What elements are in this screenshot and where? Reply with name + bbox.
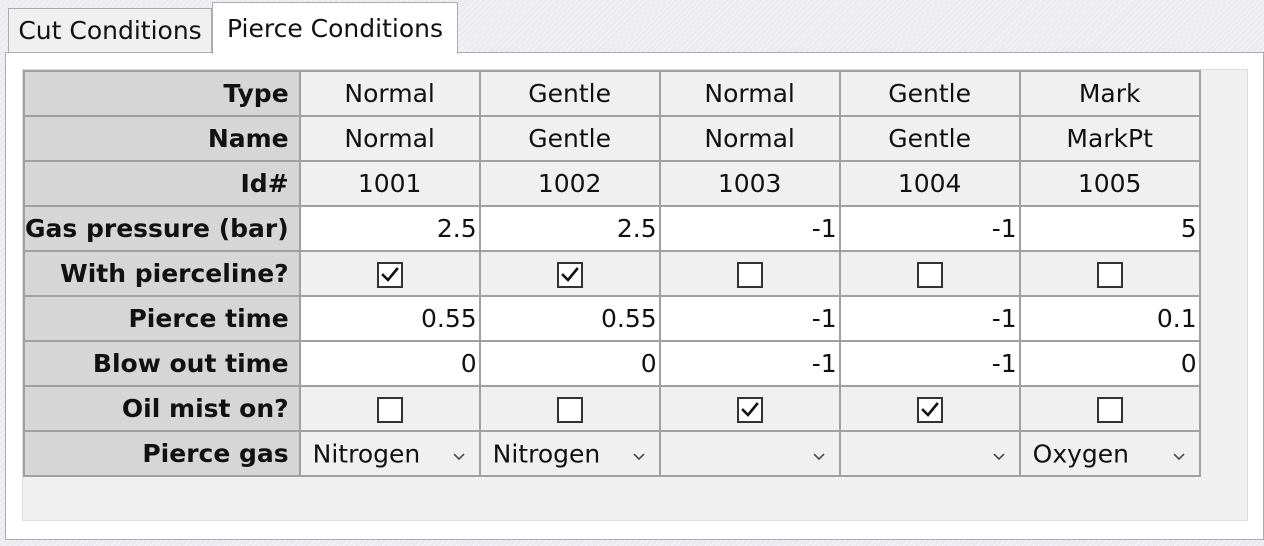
oil-mist-on-checkbox[interactable] <box>916 397 943 423</box>
with-pierceline-checkbox-cell <box>478 250 661 297</box>
row-id: Id# 1001 1002 1003 1004 1005 <box>23 160 1201 207</box>
row-header-type: Type <box>23 70 301 117</box>
pierce-conditions-panel: Type Normal Gentle Normal Gentle Mark Name Norm… <box>5 52 1264 540</box>
chevron-down-icon <box>993 438 1005 467</box>
pierce-gas-select[interactable] <box>658 430 841 477</box>
row-header-oil-mist-on: Oil mist on? <box>23 385 301 432</box>
blow-out-time-input[interactable]: -1 <box>838 340 1021 387</box>
name-cell: MarkPt <box>1018 115 1201 162</box>
pierce-time-input[interactable]: 0.55 <box>478 295 661 342</box>
row-gas-pressure: Gas pressure (bar) 2.5 2.5 -1 -1 5 <box>23 205 1201 252</box>
oil-mist-on-checkbox[interactable] <box>736 397 763 423</box>
type-cell: Gentle <box>478 70 661 117</box>
pierce-gas-select[interactable]: Nitrogen <box>478 430 661 477</box>
oil-mist-on-checkbox-cell <box>1018 385 1201 432</box>
oil-mist-on-checkbox-cell <box>838 385 1021 432</box>
id-cell: 1004 <box>838 160 1021 207</box>
gas-pressure-input[interactable]: -1 <box>658 205 841 252</box>
pierce-time-input[interactable]: -1 <box>658 295 841 342</box>
pierce-gas-select[interactable] <box>838 430 1021 477</box>
gas-pressure-input[interactable]: -1 <box>838 205 1021 252</box>
id-cell: 1005 <box>1018 160 1201 207</box>
type-cell: Gentle <box>838 70 1021 117</box>
oil-mist-on-checkbox-cell <box>478 385 661 432</box>
with-pierceline-checkbox-cell <box>658 250 841 297</box>
row-header-blow-out-time: Blow out time <box>23 340 301 387</box>
pierce-gas-value: Nitrogen <box>312 439 421 468</box>
with-pierceline-checkbox[interactable] <box>376 262 403 288</box>
name-cell: Normal <box>658 115 841 162</box>
type-cell: Normal <box>658 70 841 117</box>
with-pierceline-checkbox[interactable] <box>736 262 763 288</box>
oil-mist-on-checkbox[interactable] <box>376 397 403 423</box>
gas-pressure-input[interactable]: 5 <box>1018 205 1201 252</box>
gas-pressure-input[interactable]: 2.5 <box>478 205 661 252</box>
pierce-time-input[interactable]: -1 <box>838 295 1021 342</box>
conditions-grid-area: Type Normal Gentle Normal Gentle Mark Name Norm… <box>22 69 1248 521</box>
pierce-time-input[interactable]: 0.55 <box>298 295 481 342</box>
blow-out-time-input[interactable]: 0 <box>478 340 661 387</box>
oil-mist-on-checkbox-cell <box>298 385 481 432</box>
name-cell: Gentle <box>478 115 661 162</box>
pierce-time-input[interactable]: 0.1 <box>1018 295 1201 342</box>
type-cell: Normal <box>298 70 481 117</box>
id-cell: 1003 <box>658 160 841 207</box>
pierce-gas-value: Nitrogen <box>492 439 601 468</box>
chevron-down-icon <box>1173 438 1185 467</box>
row-pierce-gas: Pierce gas Nitrogen Nitrogen Oxygen <box>23 430 1201 477</box>
row-name: Name Normal Gentle Normal Gentle MarkPt <box>23 115 1201 162</box>
row-oil-mist-on: Oil mist on? <box>23 385 1201 432</box>
row-pierce-time: Pierce time 0.55 0.55 -1 -1 0.1 <box>23 295 1201 342</box>
chevron-down-icon <box>813 438 825 467</box>
with-pierceline-checkbox[interactable] <box>556 262 583 288</box>
with-pierceline-checkbox-cell <box>298 250 481 297</box>
gas-pressure-input[interactable]: 2.5 <box>298 205 481 252</box>
pierce-gas-select[interactable]: Nitrogen <box>298 430 481 477</box>
blow-out-time-input[interactable]: 0 <box>298 340 481 387</box>
row-with-pierceline: With pierceline? <box>23 250 1201 297</box>
chevron-down-icon <box>633 438 645 467</box>
name-cell: Gentle <box>838 115 1021 162</box>
with-pierceline-checkbox[interactable] <box>1096 262 1123 288</box>
oil-mist-on-checkbox[interactable] <box>1096 397 1123 423</box>
pierce-conditions-grid: Type Normal Gentle Normal Gentle Mark Name Norm… <box>23 70 1201 477</box>
row-header-gas-pressure: Gas pressure (bar) <box>23 205 301 252</box>
blow-out-time-input[interactable]: -1 <box>658 340 841 387</box>
chevron-down-icon <box>453 438 465 467</box>
pierce-gas-value: Oxygen <box>1032 439 1130 468</box>
with-pierceline-checkbox[interactable] <box>916 262 943 288</box>
with-pierceline-checkbox-cell <box>838 250 1021 297</box>
row-header-with-pierceline: With pierceline? <box>23 250 301 297</box>
row-header-pierce-gas: Pierce gas <box>23 430 301 477</box>
row-type: Type Normal Gentle Normal Gentle Mark <box>23 70 1201 117</box>
tab-cut-conditions[interactable]: Cut Conditions <box>8 8 212 52</box>
id-cell: 1002 <box>478 160 661 207</box>
tab-pierce-conditions[interactable]: Pierce Conditions <box>212 2 458 54</box>
row-blow-out-time: Blow out time 0 0 -1 -1 0 <box>23 340 1201 387</box>
oil-mist-on-checkbox[interactable] <box>556 397 583 423</box>
type-cell: Mark <box>1018 70 1201 117</box>
id-cell: 1001 <box>298 160 481 207</box>
blow-out-time-input[interactable]: 0 <box>1018 340 1201 387</box>
pierce-gas-select[interactable]: Oxygen <box>1018 430 1201 477</box>
row-header-pierce-time: Pierce time <box>23 295 301 342</box>
oil-mist-on-checkbox-cell <box>658 385 841 432</box>
with-pierceline-checkbox-cell <box>1018 250 1201 297</box>
name-cell: Normal <box>298 115 481 162</box>
row-header-id: Id# <box>23 160 301 207</box>
row-header-name: Name <box>23 115 301 162</box>
